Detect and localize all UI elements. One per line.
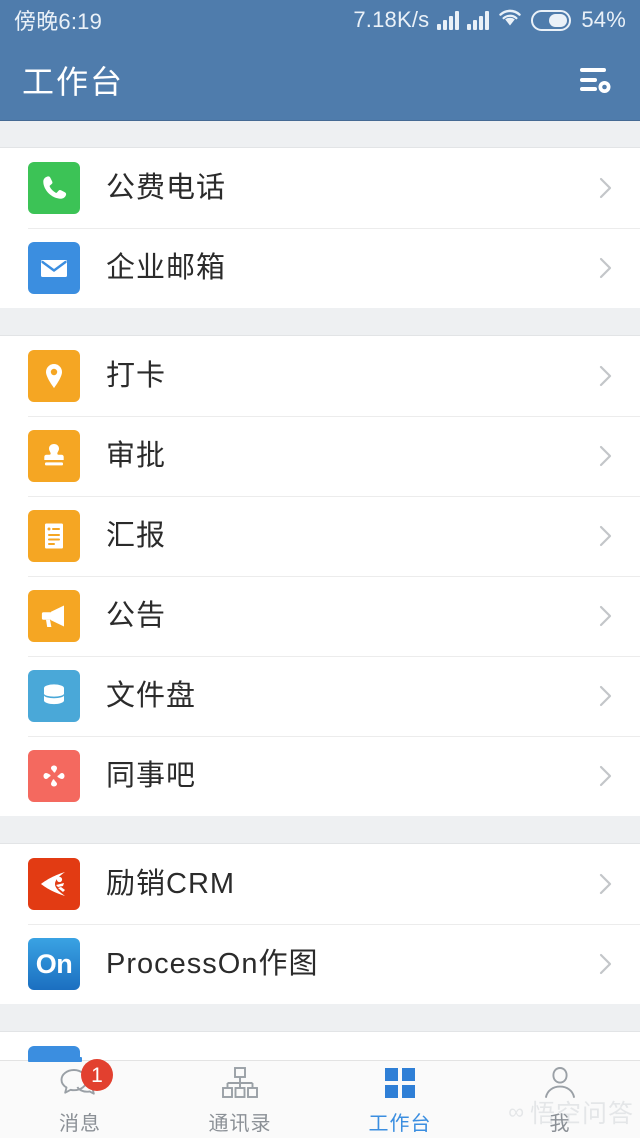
- list-item-label: 公告: [106, 599, 167, 632]
- list-item[interactable]: 汇报: [0, 496, 640, 576]
- list-item-label: 同事吧: [106, 759, 197, 792]
- app-group-1: 公费电话 企业邮箱: [0, 148, 640, 308]
- list-item-label: 打卡: [106, 359, 167, 392]
- workbench-list: 公费电话 企业邮箱 打卡 审批 汇报 公告 文件盘 同事吧 励销CRM On P…: [0, 120, 640, 1072]
- battery-icon: [531, 9, 572, 31]
- list-item-label: 励销CRM: [106, 867, 236, 900]
- list-settings-icon[interactable]: [572, 57, 618, 103]
- list-item[interactable]: 文件盘: [0, 656, 640, 736]
- map-pin-icon: [28, 350, 80, 402]
- document-icon: [28, 510, 80, 562]
- chat-bubbles-icon: 1: [57, 1059, 113, 1103]
- tab-label: 我: [549, 1113, 571, 1135]
- list-item-label: 企业邮箱: [106, 251, 227, 284]
- group-separator: [0, 120, 640, 148]
- list-item[interactable]: 励销CRM: [0, 844, 640, 924]
- list-item[interactable]: On ProcessOn作图: [0, 924, 640, 1004]
- chevron-right-icon: [592, 951, 618, 977]
- network-speed-text: 7.18K/s: [353, 7, 430, 32]
- status-bar: 傍晚6:19 7.18K/s 54%: [0, 0, 640, 40]
- battery-percent-text: 54%: [581, 7, 626, 32]
- stamp-icon: [28, 430, 80, 482]
- grid-squares-icon: [381, 1063, 419, 1103]
- database-icon: [28, 670, 80, 722]
- status-time: 傍晚6:19: [14, 9, 103, 34]
- group-separator: [0, 308, 640, 336]
- signal-bars-icon-2: [467, 10, 490, 30]
- app-group-2: 打卡 审批 汇报 公告 文件盘 同事吧: [0, 336, 640, 816]
- group-separator: [0, 1004, 640, 1032]
- list-item[interactable]: 企业邮箱: [0, 228, 640, 308]
- list-item[interactable]: 审批: [0, 416, 640, 496]
- signal-bars-icon: [437, 10, 460, 30]
- chevron-right-icon: [592, 255, 618, 281]
- app-header: 工作台: [0, 40, 640, 120]
- group-separator: [0, 816, 640, 844]
- chevron-right-icon: [592, 363, 618, 389]
- bottom-navigation: 1 消息 通讯录 工作台 我 ∞ 悟空问答: [0, 1057, 640, 1138]
- app-group-3: 励销CRM On ProcessOn作图: [0, 844, 640, 1004]
- wifi-icon: [497, 7, 523, 33]
- megaphone-icon: [28, 590, 80, 642]
- chevron-right-icon: [592, 175, 618, 201]
- chevron-right-icon: [592, 523, 618, 549]
- tab-messages[interactable]: 1 消息: [0, 1059, 160, 1138]
- list-item-label: ProcessOn作图: [106, 947, 319, 980]
- envelope-icon: [28, 242, 80, 294]
- phone-icon: [28, 162, 80, 214]
- chevron-right-icon: [592, 683, 618, 709]
- org-chart-icon: [219, 1063, 261, 1103]
- chevron-right-icon: [592, 763, 618, 789]
- tab-contacts[interactable]: 通讯录: [160, 1061, 320, 1138]
- page-title: 工作台: [22, 64, 125, 100]
- list-item[interactable]: 公告: [0, 576, 640, 656]
- tab-workbench[interactable]: 工作台: [320, 1061, 480, 1138]
- list-item-label: 汇报: [106, 519, 167, 552]
- list-item-label: 公费电话: [106, 171, 227, 204]
- unread-badge: 1: [81, 1059, 113, 1091]
- tab-label: 消息: [59, 1113, 101, 1135]
- person-icon: [540, 1063, 580, 1103]
- chevron-right-icon: [592, 871, 618, 897]
- list-item-label: 审批: [106, 439, 167, 472]
- tab-label: 工作台: [368, 1113, 432, 1135]
- list-item-label: 文件盘: [106, 679, 197, 712]
- tab-label: 通讯录: [208, 1113, 272, 1135]
- tab-profile[interactable]: 我: [480, 1061, 640, 1138]
- list-item[interactable]: 公费电话: [0, 148, 640, 228]
- chevron-right-icon: [592, 603, 618, 629]
- list-item[interactable]: 同事吧: [0, 736, 640, 816]
- chevron-right-icon: [592, 443, 618, 469]
- network-nodes-icon: [28, 750, 80, 802]
- list-item[interactable]: 打卡: [0, 336, 640, 416]
- processon-on-icon: On: [28, 938, 80, 990]
- crm-archer-icon: [28, 858, 80, 910]
